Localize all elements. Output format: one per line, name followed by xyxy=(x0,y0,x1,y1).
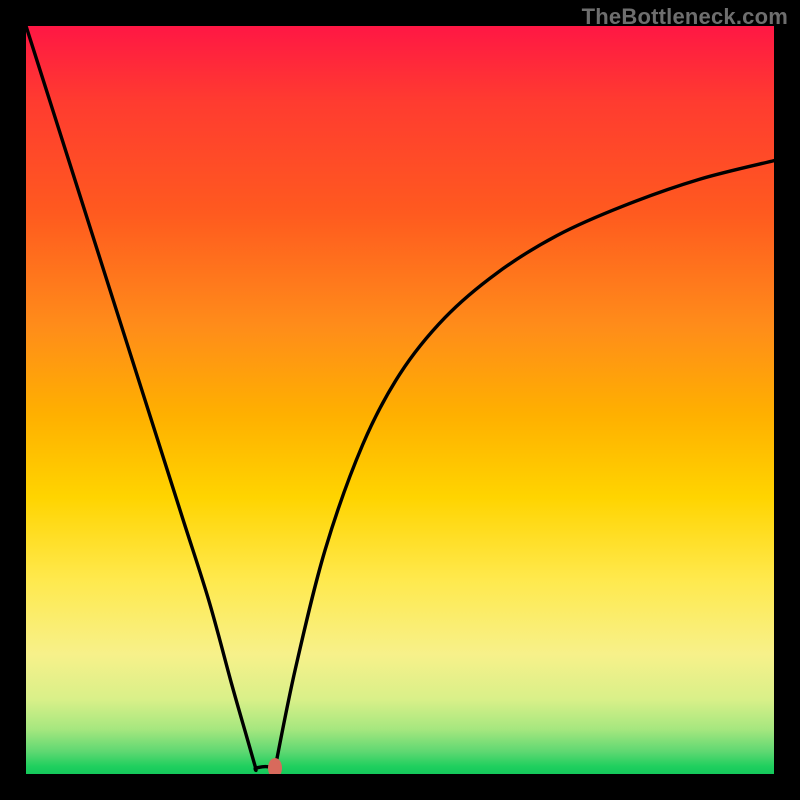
watermark-text: TheBottleneck.com xyxy=(582,4,788,30)
curve-path xyxy=(26,26,774,774)
plot-area xyxy=(26,26,774,774)
chart-frame: TheBottleneck.com xyxy=(0,0,800,800)
bottleneck-curve xyxy=(26,26,774,774)
trough-marker xyxy=(268,758,282,774)
